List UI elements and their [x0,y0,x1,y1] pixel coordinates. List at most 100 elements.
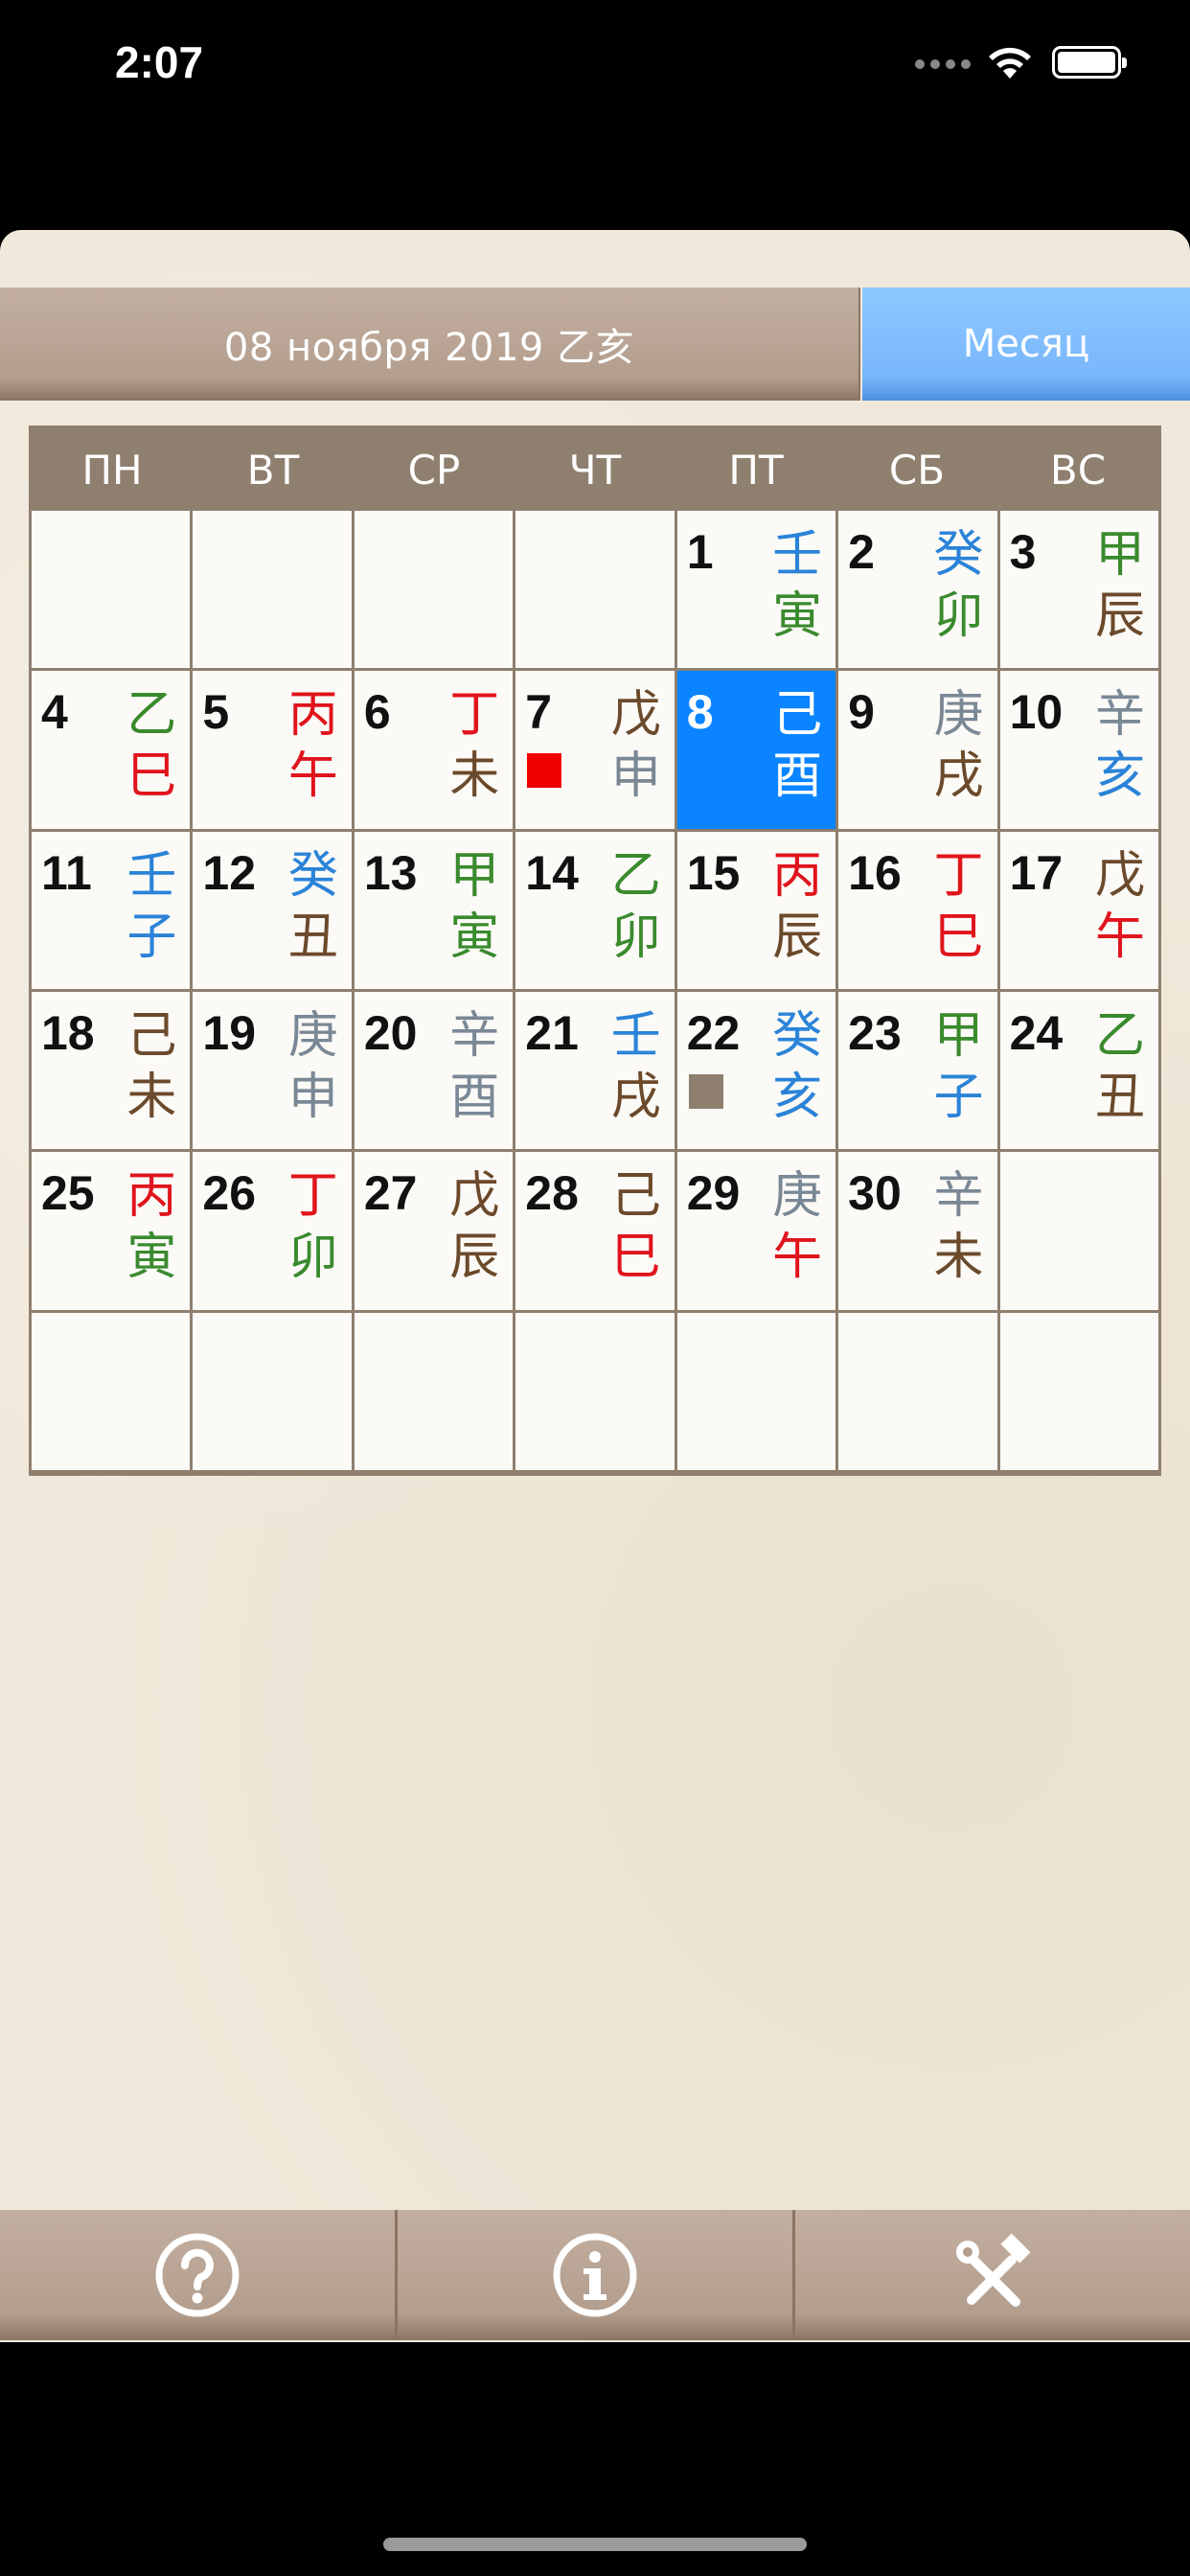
ganzhi-label: 庚申 [288,1005,338,1128]
day-cell[interactable]: 11 壬子 [32,831,191,989]
ganzhi-label: 乙卯 [611,845,661,968]
day-cell[interactable]: 4 乙巳 [32,671,191,829]
day-cell[interactable]: 28 己巳 [515,1152,675,1310]
day-number: 24 [1009,1005,1064,1060]
weekday-label: ПН [81,446,143,494]
day-number: 19 [202,1005,257,1060]
day-cell[interactable]: 27 戊辰 [354,1152,514,1310]
day-cell[interactable]: 8 己酉 [676,671,836,829]
day-cell[interactable]: 15 丙辰 [676,831,836,989]
heavenly-stem: 乙 [126,686,177,745]
ganzhi-label: 壬戌 [611,1005,661,1128]
day-number: 17 [1009,845,1064,900]
earthly-branch: 午 [1094,908,1145,966]
ganzhi-label: 辛未 [934,1165,984,1288]
ganzhi-label: 辛亥 [1095,684,1145,807]
heavenly-stem: 己 [772,686,823,745]
tools-icon [956,2233,1031,2307]
status-time: 2:07 [115,37,204,87]
day-cell[interactable]: 19 庚申 [193,991,352,1150]
day-number: 1 [686,525,714,579]
earthly-branch: 辰 [449,1229,500,1287]
day-cell[interactable]: 25 丙寅 [32,1152,191,1310]
heavenly-stem: 己 [610,1167,661,1226]
day-cell[interactable]: 3 甲辰 [999,511,1158,669]
weekday-label: ПТ [728,446,784,494]
day-cell[interactable]: 18 己未 [32,991,191,1150]
info-button[interactable] [398,2210,795,2340]
weekday-header: ПН ВТ СР ЧТ ПТ СБ ВС [32,428,1158,511]
day-cell[interactable]: 7 戊申 [515,671,675,829]
day-cell[interactable]: 16 丁巳 [838,831,997,989]
home-indicator[interactable] [383,2538,807,2551]
weekday-label: ЧТ [568,446,622,494]
day-cell[interactable]: 5 丙午 [193,671,352,829]
earthly-branch: 巳 [933,908,984,966]
empty-day-cell [515,511,675,669]
earthly-branch: 午 [772,1229,823,1287]
bottom-toolbar [0,2210,1190,2340]
help-icon [155,2233,240,2317]
ganzhi-label: 戊午 [1095,845,1145,968]
date-button[interactable]: 08 ноября 2019 乙亥 [0,288,860,401]
earthly-branch: 丑 [1094,1068,1145,1126]
ganzhi-label: 丁巳 [934,845,984,968]
heavenly-stem: 甲 [933,1006,984,1065]
day-number: 23 [848,1005,902,1060]
heavenly-stem: 丁 [449,686,500,745]
event-marker [688,1073,723,1109]
day-cell[interactable]: 6 丁未 [354,671,514,829]
ganzhi-label: 癸丑 [288,845,338,968]
day-cell[interactable]: 2 癸卯 [838,511,997,669]
earthly-branch: 卯 [933,587,984,645]
ganzhi-label: 癸亥 [772,1005,822,1128]
day-cell[interactable]: 21 壬戌 [515,991,675,1150]
day-cell[interactable]: 1 壬寅 [676,511,836,669]
day-number: 11 [41,845,92,900]
day-cell[interactable]: 20 辛酉 [354,991,514,1150]
ganzhi-label: 甲辰 [1095,524,1145,647]
day-number: 27 [363,1166,418,1221]
day-cell[interactable]: 13 甲寅 [354,831,514,989]
day-cell[interactable]: 23 甲子 [838,991,997,1150]
day-cell[interactable]: 14 乙卯 [515,831,675,989]
earthly-branch: 卯 [287,1229,338,1287]
earthly-branch: 未 [933,1229,984,1287]
help-button[interactable] [0,2210,398,2340]
empty-day-cell [32,1312,191,1470]
earthly-branch: 酉 [449,1068,500,1126]
heavenly-stem: 戊 [449,1167,500,1226]
day-cell[interactable]: 10 辛亥 [999,671,1158,829]
ganzhi-label: 庚午 [772,1165,822,1288]
month-view-button[interactable]: Месяц [862,288,1190,401]
day-cell[interactable]: 29 庚午 [676,1152,836,1310]
heavenly-stem: 丙 [287,686,338,745]
calendar-grid: 1 壬寅 2 癸卯 3 甲辰 4 乙巳 5 丙午 6 丁未 7 戊申 8 己酉 9 庚戌 10 辛亥 11 壬子 12 癸丑 1… [32,511,1158,1470]
wifi-icon [989,47,1031,79]
ganzhi-label: 丁卯 [288,1165,338,1288]
heavenly-stem: 庚 [933,686,984,745]
ganzhi-label: 壬子 [126,845,176,968]
heavenly-stem: 丁 [287,1167,338,1226]
day-cell[interactable]: 24 乙丑 [999,991,1158,1150]
day-cell[interactable]: 26 丁卯 [193,1152,352,1310]
empty-day-cell [999,1152,1158,1310]
heavenly-stem: 丁 [933,846,984,905]
earthly-branch: 卯 [610,908,661,966]
ganzhi-label: 丙辰 [772,845,822,968]
weekday-label: ВС [1049,446,1107,494]
day-cell[interactable]: 22 癸亥 [676,991,836,1150]
day-cell[interactable]: 17 戊午 [999,831,1158,989]
heavenly-stem: 壬 [610,1006,661,1065]
day-cell[interactable]: 9 庚戌 [838,671,997,829]
heavenly-stem: 辛 [449,1006,500,1065]
heavenly-stem: 壬 [772,526,823,584]
month-calendar: ПН ВТ СР ЧТ ПТ СБ ВС 1壬寅2癸卯3甲辰4乙巳5丙午6丁未7戊申8己酉9… [29,426,1161,1476]
ganzhi-label: 辛酉 [449,1005,499,1128]
day-cell[interactable]: 30 辛未 [838,1152,997,1310]
settings-button[interactable] [795,2210,1190,2340]
battery-icon [1052,46,1127,79]
heavenly-stem: 己 [126,1006,177,1065]
earthly-branch: 午 [287,748,338,806]
day-cell[interactable]: 12 癸丑 [193,831,352,989]
